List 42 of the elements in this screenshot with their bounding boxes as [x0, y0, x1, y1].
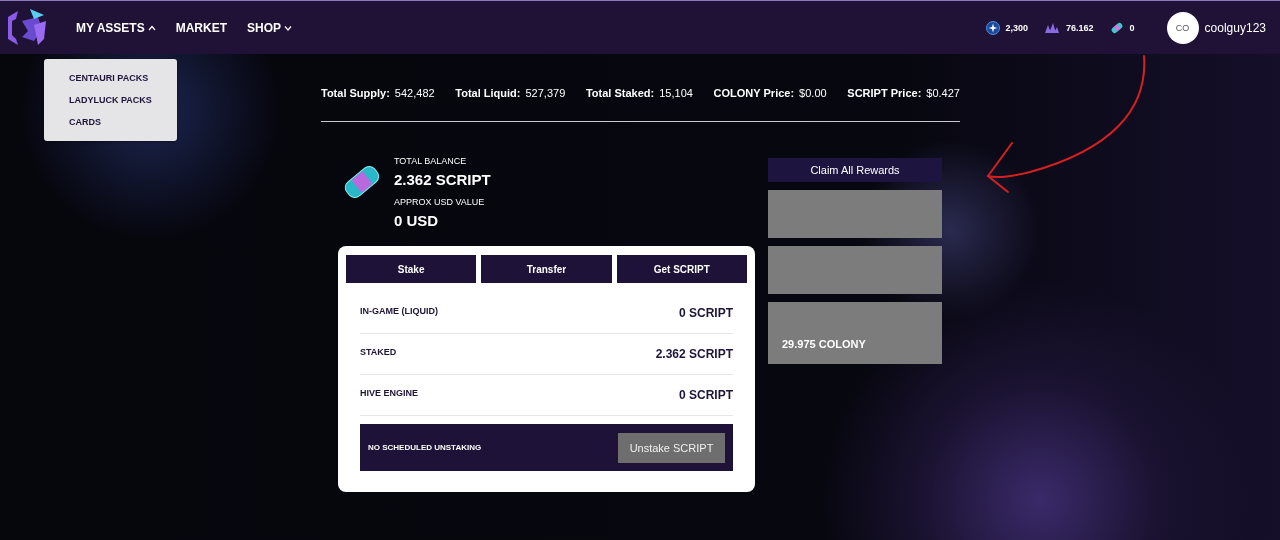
stat-value: $0.00	[799, 87, 827, 99]
unstake-button[interactable]: Unstake SCRIPT	[618, 432, 725, 463]
nav-link[interactable]: MY ASSETS	[76, 20, 156, 35]
reward-amount: 29.975 COLONY	[782, 338, 866, 350]
user-avatar[interactable]: CO	[1166, 11, 1199, 44]
holding-amount: 0 SCRIPT	[679, 388, 733, 402]
holding-label: HIVE ENGINE	[360, 388, 418, 398]
balance-label: TOTAL BALANCE	[394, 156, 468, 166]
action-button[interactable]: Stake	[346, 255, 477, 283]
usd-amount: 0 USD	[394, 212, 440, 229]
stat-value: 527,379	[525, 87, 566, 99]
stat-label: COLONY Price:	[713, 87, 795, 99]
action-button[interactable]: Transfer	[481, 255, 612, 283]
balance-amount: 2,300	[1005, 22, 1029, 33]
holding-amount: 0 SCRIPT	[679, 306, 733, 320]
stat-label: Total Staked:	[585, 87, 655, 99]
unstaking-status: NO SCHEDULED UNSTAKING	[368, 443, 482, 452]
caret-icon	[147, 24, 156, 31]
holding-label: IN-GAME (LIQUID)	[360, 306, 438, 316]
nav-link[interactable]: SHOP	[247, 20, 293, 35]
stat-label: SCRIPT Price:	[847, 87, 922, 99]
caret-icon	[284, 24, 293, 31]
username[interactable]: coolguy123	[1204, 20, 1266, 35]
stat-value: $0.427	[926, 87, 960, 99]
stat-label: Total Supply:	[321, 87, 390, 99]
holding-amount: 2.362 SCRIPT	[655, 347, 733, 361]
balance-amount: 2.362 SCRIPT	[394, 171, 491, 188]
menu-item[interactable]: CARDS	[44, 111, 177, 133]
stat-value: 542,482	[394, 87, 435, 99]
usd-label: APPROX USD VALUE	[394, 197, 486, 207]
holding-label: STAKED	[360, 347, 397, 357]
crystal-cluster-icon	[1044, 21, 1061, 34]
nav-link[interactable]: MARKET	[175, 20, 227, 35]
balance-amount: 0	[1129, 22, 1135, 33]
star-coin-icon	[985, 20, 1000, 35]
balance-amount: 76.162	[1066, 22, 1094, 33]
menu-item[interactable]: LADYLUCK PACKS	[44, 89, 177, 111]
action-button[interactable]: Get SCRIPT	[616, 255, 747, 283]
claim-rewards-button[interactable]: Claim All Rewards	[768, 158, 942, 182]
stat-label: Total Liquid:	[455, 87, 521, 99]
menu-item[interactable]: CENTAURI PACKS	[44, 67, 177, 89]
stat-value: 15,104	[659, 87, 693, 99]
